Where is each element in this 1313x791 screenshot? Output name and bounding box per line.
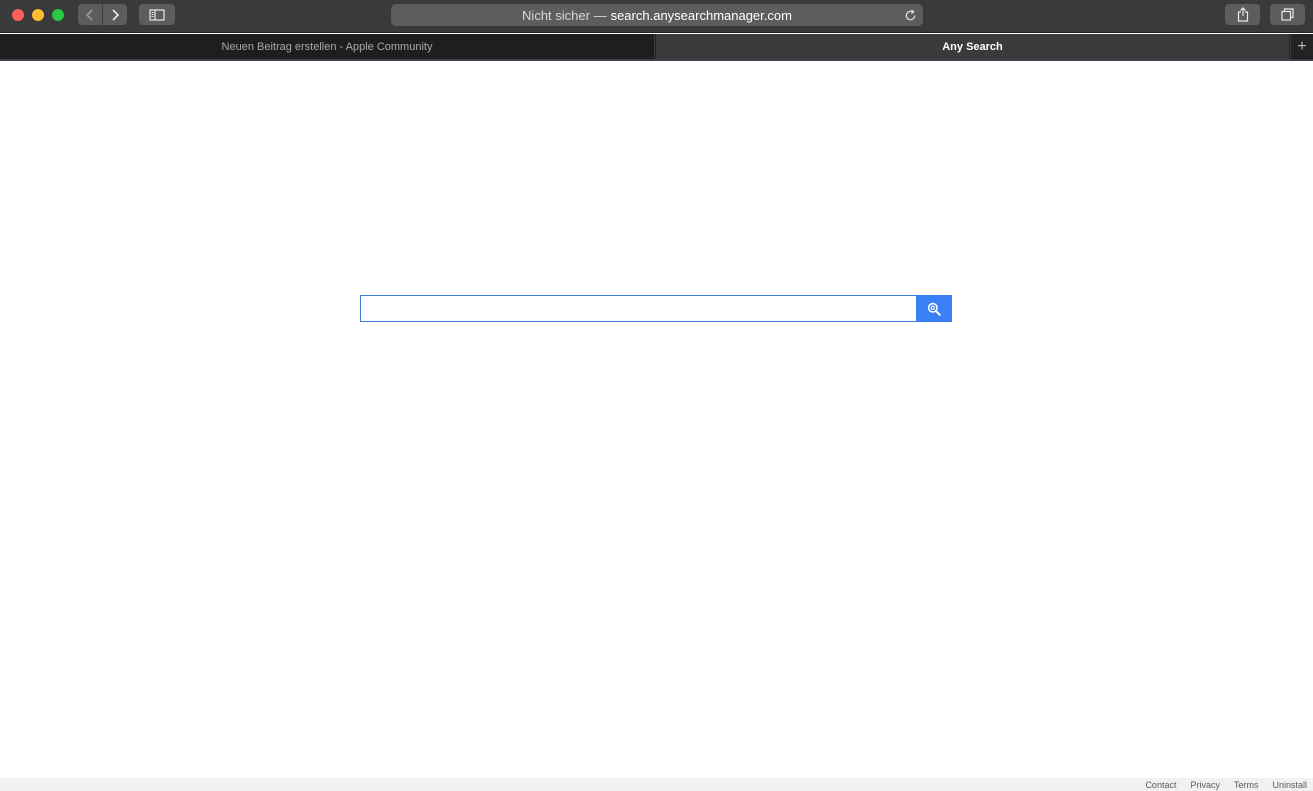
window-close-button[interactable] bbox=[12, 9, 24, 21]
page-footer: Contact Privacy Terms Uninstall bbox=[0, 778, 1313, 791]
forward-button[interactable] bbox=[103, 4, 127, 25]
tabs-overview-icon bbox=[1281, 8, 1294, 21]
toolbar-divider bbox=[0, 59, 1313, 61]
reload-button[interactable] bbox=[902, 7, 918, 23]
browser-toolbar: Nicht sicher — search.anysearchmanager.c… bbox=[0, 0, 1313, 33]
search-button[interactable] bbox=[916, 295, 952, 322]
back-button[interactable] bbox=[78, 4, 102, 25]
share-button[interactable] bbox=[1225, 4, 1260, 25]
search-input[interactable] bbox=[360, 295, 916, 322]
share-icon bbox=[1237, 7, 1248, 22]
window-minimize-button[interactable] bbox=[32, 9, 44, 21]
reload-icon bbox=[905, 8, 915, 20]
window-maximize-button[interactable] bbox=[52, 9, 64, 21]
footer-link-uninstall[interactable]: Uninstall bbox=[1272, 780, 1307, 790]
tab-any-search[interactable]: Any Search bbox=[656, 34, 1289, 59]
tab-label: Neuen Beitrag erstellen - Apple Communit… bbox=[221, 40, 433, 53]
sidebar-icon bbox=[149, 8, 165, 21]
footer-link-privacy[interactable]: Privacy bbox=[1190, 780, 1220, 790]
tab-bar: Neuen Beitrag erstellen - Apple Communit… bbox=[0, 34, 1313, 59]
plus-icon: + bbox=[1297, 37, 1307, 55]
tabs-overview-button[interactable] bbox=[1270, 4, 1305, 25]
footer-link-terms[interactable]: Terms bbox=[1234, 780, 1259, 790]
footer-link-contact[interactable]: Contact bbox=[1145, 780, 1176, 790]
sidebar-button[interactable] bbox=[139, 4, 175, 25]
tab-label: Any Search bbox=[942, 40, 1003, 53]
insecure-label: Nicht sicher — bbox=[522, 7, 607, 23]
chevron-right-icon bbox=[112, 8, 120, 21]
tab-apple-community[interactable]: Neuen Beitrag erstellen - Apple Communit… bbox=[0, 34, 655, 59]
search-form bbox=[360, 295, 952, 322]
footer-links: Contact Privacy Terms Uninstall bbox=[1145, 780, 1307, 790]
new-tab-button[interactable]: + bbox=[1290, 34, 1313, 59]
chevron-left-icon bbox=[85, 8, 93, 21]
address-host: search.anysearchmanager.com bbox=[610, 7, 792, 23]
search-icon bbox=[927, 302, 941, 316]
address-bar[interactable]: Nicht sicher — search.anysearchmanager.c… bbox=[391, 4, 923, 26]
